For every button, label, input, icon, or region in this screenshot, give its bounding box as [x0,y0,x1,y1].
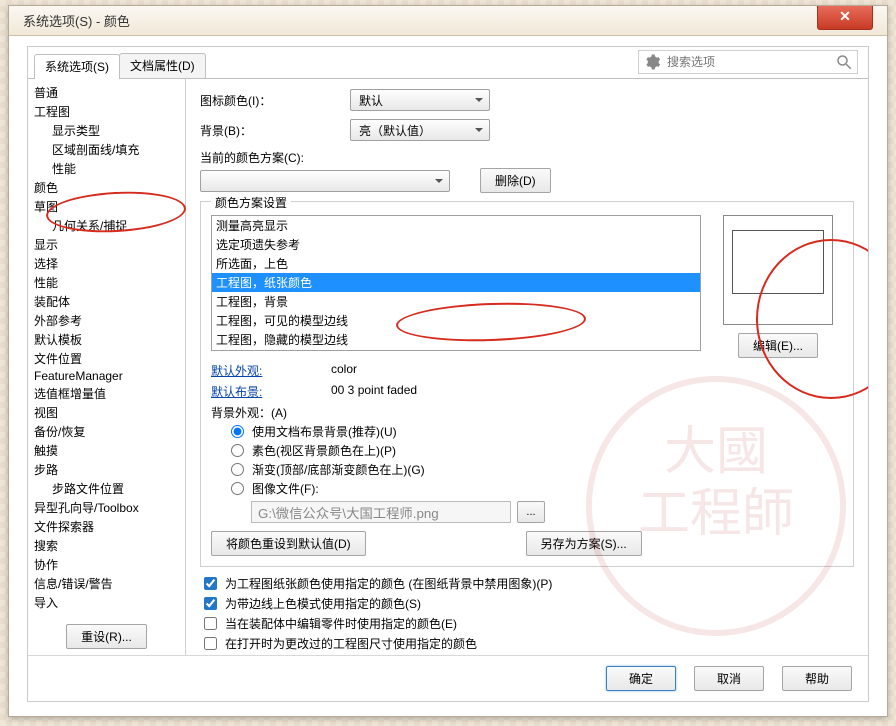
tree-item[interactable]: 工程图 [32,102,185,121]
tree-item[interactable]: 显示类型 [32,121,185,140]
sidebar: 普通工程图显示类型区域剖面线/填充性能颜色草图几何关系/捕捉显示选择性能装配体外… [28,79,186,655]
list-item[interactable]: 工程图，背景 [212,292,700,311]
tree-item[interactable]: 区域剖面线/填充 [32,140,185,159]
titlebar: 系统选项(S) - 颜色 ✕ [9,6,887,36]
scheme-group-title: 颜色方案设置 [211,194,291,211]
tree-item[interactable]: 搜索 [32,536,185,555]
window-title: 系统选项(S) - 颜色 [23,11,130,30]
default-background-value: 00 3 point faded [331,383,417,400]
tree-item[interactable]: 装配体 [32,292,185,311]
color-preview [723,215,833,325]
tree-item[interactable]: 普通 [32,83,185,102]
tab-document-properties[interactable]: 文档属性(D) [119,53,206,78]
color-preview-inner [732,230,824,294]
tree-item[interactable]: 显示 [32,235,185,254]
tree-item[interactable]: 异型孔向导/Toolbox [32,498,185,517]
icon-color-label: 图标颜色(I)： [200,92,350,109]
tree-item[interactable]: 性能 [32,273,185,292]
delete-scheme-button[interactable]: 删除(D) [480,168,551,193]
help-button[interactable]: 帮助 [782,666,852,691]
search-options-box[interactable] [638,50,858,74]
reset-button[interactable]: 重设(R)... [66,624,147,649]
top-bar: 系统选项(S) 文档属性(D) [28,47,868,79]
default-appearance-value: color [331,362,357,379]
radio-option[interactable]: 素色(视区背景颜色在上)(P) [211,442,843,459]
dialog-footer: 确定 取消 帮助 [28,655,868,701]
list-item[interactable]: 所选面，上色 [212,254,700,273]
list-item[interactable]: 工程图，可见的模型边线 [212,311,700,330]
background-label: 背景(B)： [200,122,350,139]
close-button[interactable]: ✕ [817,6,873,30]
icon-color-dropdown[interactable]: 默认 [350,89,490,111]
list-item[interactable]: 工程图，隐藏的模型边线 [212,330,700,349]
tree-item[interactable]: 触摸 [32,441,185,460]
tree-item[interactable]: 颜色 [32,178,185,197]
cancel-button[interactable]: 取消 [694,666,764,691]
current-scheme-dropdown[interactable] [200,170,450,192]
default-appearance-link[interactable]: 默认外观: [211,362,331,379]
tree-item[interactable]: 备份/恢复 [32,422,185,441]
gear-icon [643,53,661,71]
radio-option[interactable]: 使用文档布景背景(推荐)(U) [211,423,843,440]
tab-system-options[interactable]: 系统选项(S) [34,54,120,79]
edit-color-button[interactable]: 编辑(E)... [738,333,818,358]
tree-item[interactable]: 文件探索器 [32,517,185,536]
default-background-link[interactable]: 默认布景: [211,383,331,400]
tree-item[interactable]: 几何关系/捕捉 [32,216,185,235]
dialog-content: 系统选项(S) 文档属性(D) 普通工程图显示类型区域剖面线/填充性能颜色草图几… [27,46,869,702]
dialog-body: 普通工程图显示类型区域剖面线/填充性能颜色草图几何关系/捕捉显示选择性能装配体外… [28,79,868,655]
tree-item[interactable]: 选值框增量值 [32,384,185,403]
category-tree[interactable]: 普通工程图显示类型区域剖面线/填充性能颜色草图几何关系/捕捉显示选择性能装配体外… [28,79,185,618]
tree-item[interactable]: 文件位置 [32,349,185,368]
list-item[interactable]: 工程图，纸张颜色 [212,273,700,292]
list-item[interactable]: 工程图，模型边线 (SpeedPak) [212,349,700,351]
ok-button[interactable]: 确定 [606,666,676,691]
search-input[interactable] [665,54,835,70]
tree-item[interactable]: 选择 [32,254,185,273]
scheme-settings-group: 颜色方案设置 测量高亮显示选定项遗失参考所选面，上色工程图，纸张颜色工程图，背景… [200,201,854,567]
radio-option[interactable]: 渐变(顶部/底部渐变颜色在上)(G) [211,461,843,478]
reset-to-default-button[interactable]: 将颜色重设到默认值(D) [211,531,366,556]
dialog-window: 系统选项(S) - 颜色 ✕ 系统选项(S) 文档属性(D) 普通工程图显示类型… [8,5,888,717]
list-item[interactable]: 选定项遗失参考 [212,235,700,254]
tree-item[interactable]: 导入 [32,593,185,612]
tree-item[interactable]: 信息/错误/警告 [32,574,185,593]
bg-appearance-label: 背景外观：(A) [211,404,843,421]
main-panel: 图标颜色(I)： 默认 背景(B)： 亮（默认值） 当前的颜色方案(C): 删除… [186,79,868,655]
tab-strip: 系统选项(S) 文档属性(D) [34,53,205,78]
tree-item[interactable]: 协作 [32,555,185,574]
tree-item[interactable]: 性能 [32,159,185,178]
image-file-path [251,501,511,523]
color-scheme-listbox[interactable]: 测量高亮显示选定项遗失参考所选面，上色工程图，纸张颜色工程图，背景工程图，可见的… [211,215,701,351]
list-item[interactable]: 测量高亮显示 [212,216,700,235]
tree-item[interactable]: 草图 [32,197,185,216]
checkbox-option[interactable]: 当在装配体中编辑零件时使用指定的颜色(E) [200,615,854,632]
current-scheme-label: 当前的颜色方案(C): [200,149,854,166]
tree-item[interactable]: 步路 [32,460,185,479]
checkbox-option[interactable]: 在打开时为更改过的工程图尺寸使用指定的颜色 [200,635,854,652]
browse-button[interactable]: ... [517,501,545,523]
tree-item[interactable]: 步路文件位置 [32,479,185,498]
checkbox-option[interactable]: 为带边线上色模式使用指定的颜色(S) [200,595,854,612]
tree-item[interactable]: FeatureManager [32,368,185,384]
radio-option[interactable]: 图像文件(F): [211,480,843,497]
save-as-scheme-button[interactable]: 另存为方案(S)... [526,531,642,556]
tree-item[interactable]: 外部参考 [32,311,185,330]
tree-item[interactable]: 默认模板 [32,330,185,349]
checkbox-option[interactable]: 为工程图纸张颜色使用指定的颜色 (在图纸背景中禁用图象)(P) [200,575,854,592]
tree-item[interactable]: 视图 [32,403,185,422]
search-icon[interactable] [835,53,853,71]
background-dropdown[interactable]: 亮（默认值） [350,119,490,141]
